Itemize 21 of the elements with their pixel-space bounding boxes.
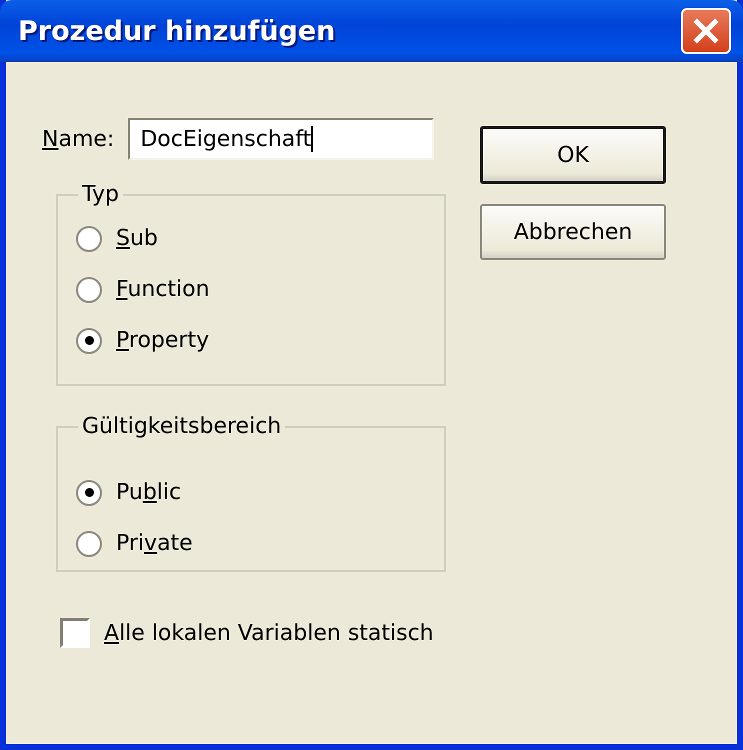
radio-button[interactable] <box>76 328 102 354</box>
radio-button[interactable] <box>76 480 102 506</box>
group-title: Gültigkeitsbereich <box>81 414 282 439</box>
dialog-button[interactable]: Abbrechen <box>480 204 666 260</box>
name-label: Name: <box>41 126 114 152</box>
radio-label[interactable]: Function <box>116 277 210 302</box>
radio-label[interactable]: Private <box>116 531 193 556</box>
name-input-field[interactable]: DocEigenschaft <box>128 118 434 160</box>
radio-label[interactable]: Property <box>116 328 210 353</box>
radio-label[interactable]: Sub <box>116 226 158 251</box>
dialog-button[interactable]: OK <box>480 126 666 184</box>
checkbox[interactable] <box>60 618 90 648</box>
group-title: Typ <box>81 182 120 207</box>
checkbox-label[interactable]: Alle lokalen Variablen statisch <box>104 620 434 646</box>
close-button[interactable] <box>681 8 731 54</box>
radio-button[interactable] <box>76 530 102 556</box>
radio-label[interactable]: Public <box>116 480 182 505</box>
radio-button[interactable] <box>76 276 102 302</box>
window-title: Prozedur hinzufügen <box>18 16 336 46</box>
radio-button[interactable] <box>76 226 102 252</box>
close-icon <box>691 16 721 46</box>
